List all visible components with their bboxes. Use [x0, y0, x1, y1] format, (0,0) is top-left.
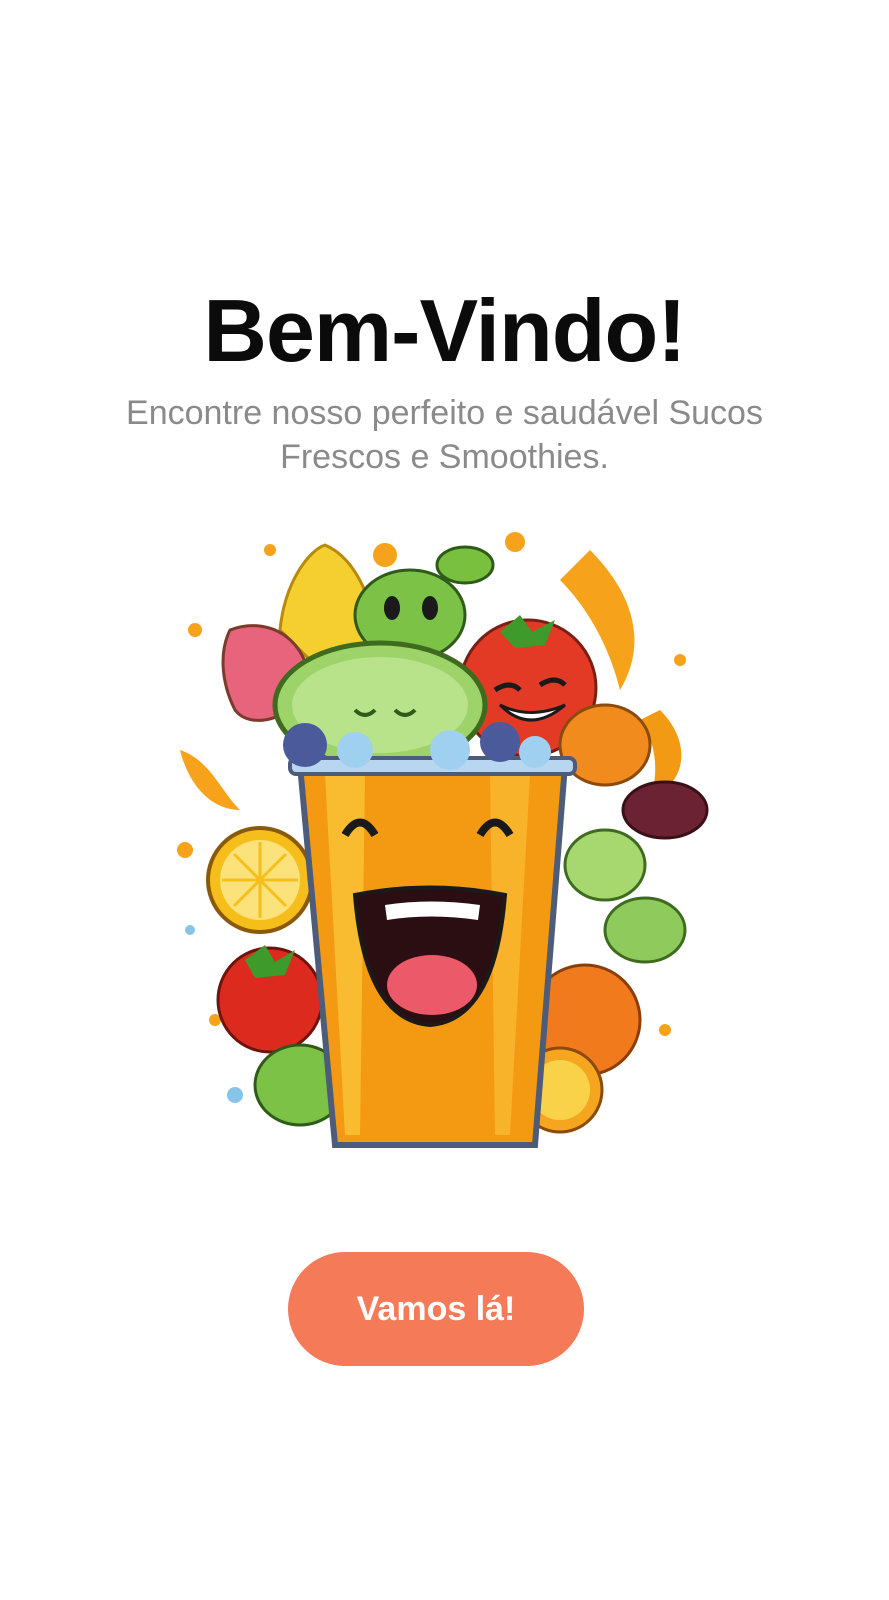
welcome-title: Bem-Vindo! [203, 280, 686, 380]
welcome-subtitle: Encontre nosso perfeito e saudável Sucos… [126, 394, 763, 476]
juice-cup [283, 722, 577, 1148]
welcome-screen: Bem-Vindo! Encontre nosso perfeito e sau… [0, 0, 889, 1600]
juice-illustration [177, 532, 709, 1148]
lets-go-button[interactable]: Vamos lá! [288, 1252, 584, 1366]
